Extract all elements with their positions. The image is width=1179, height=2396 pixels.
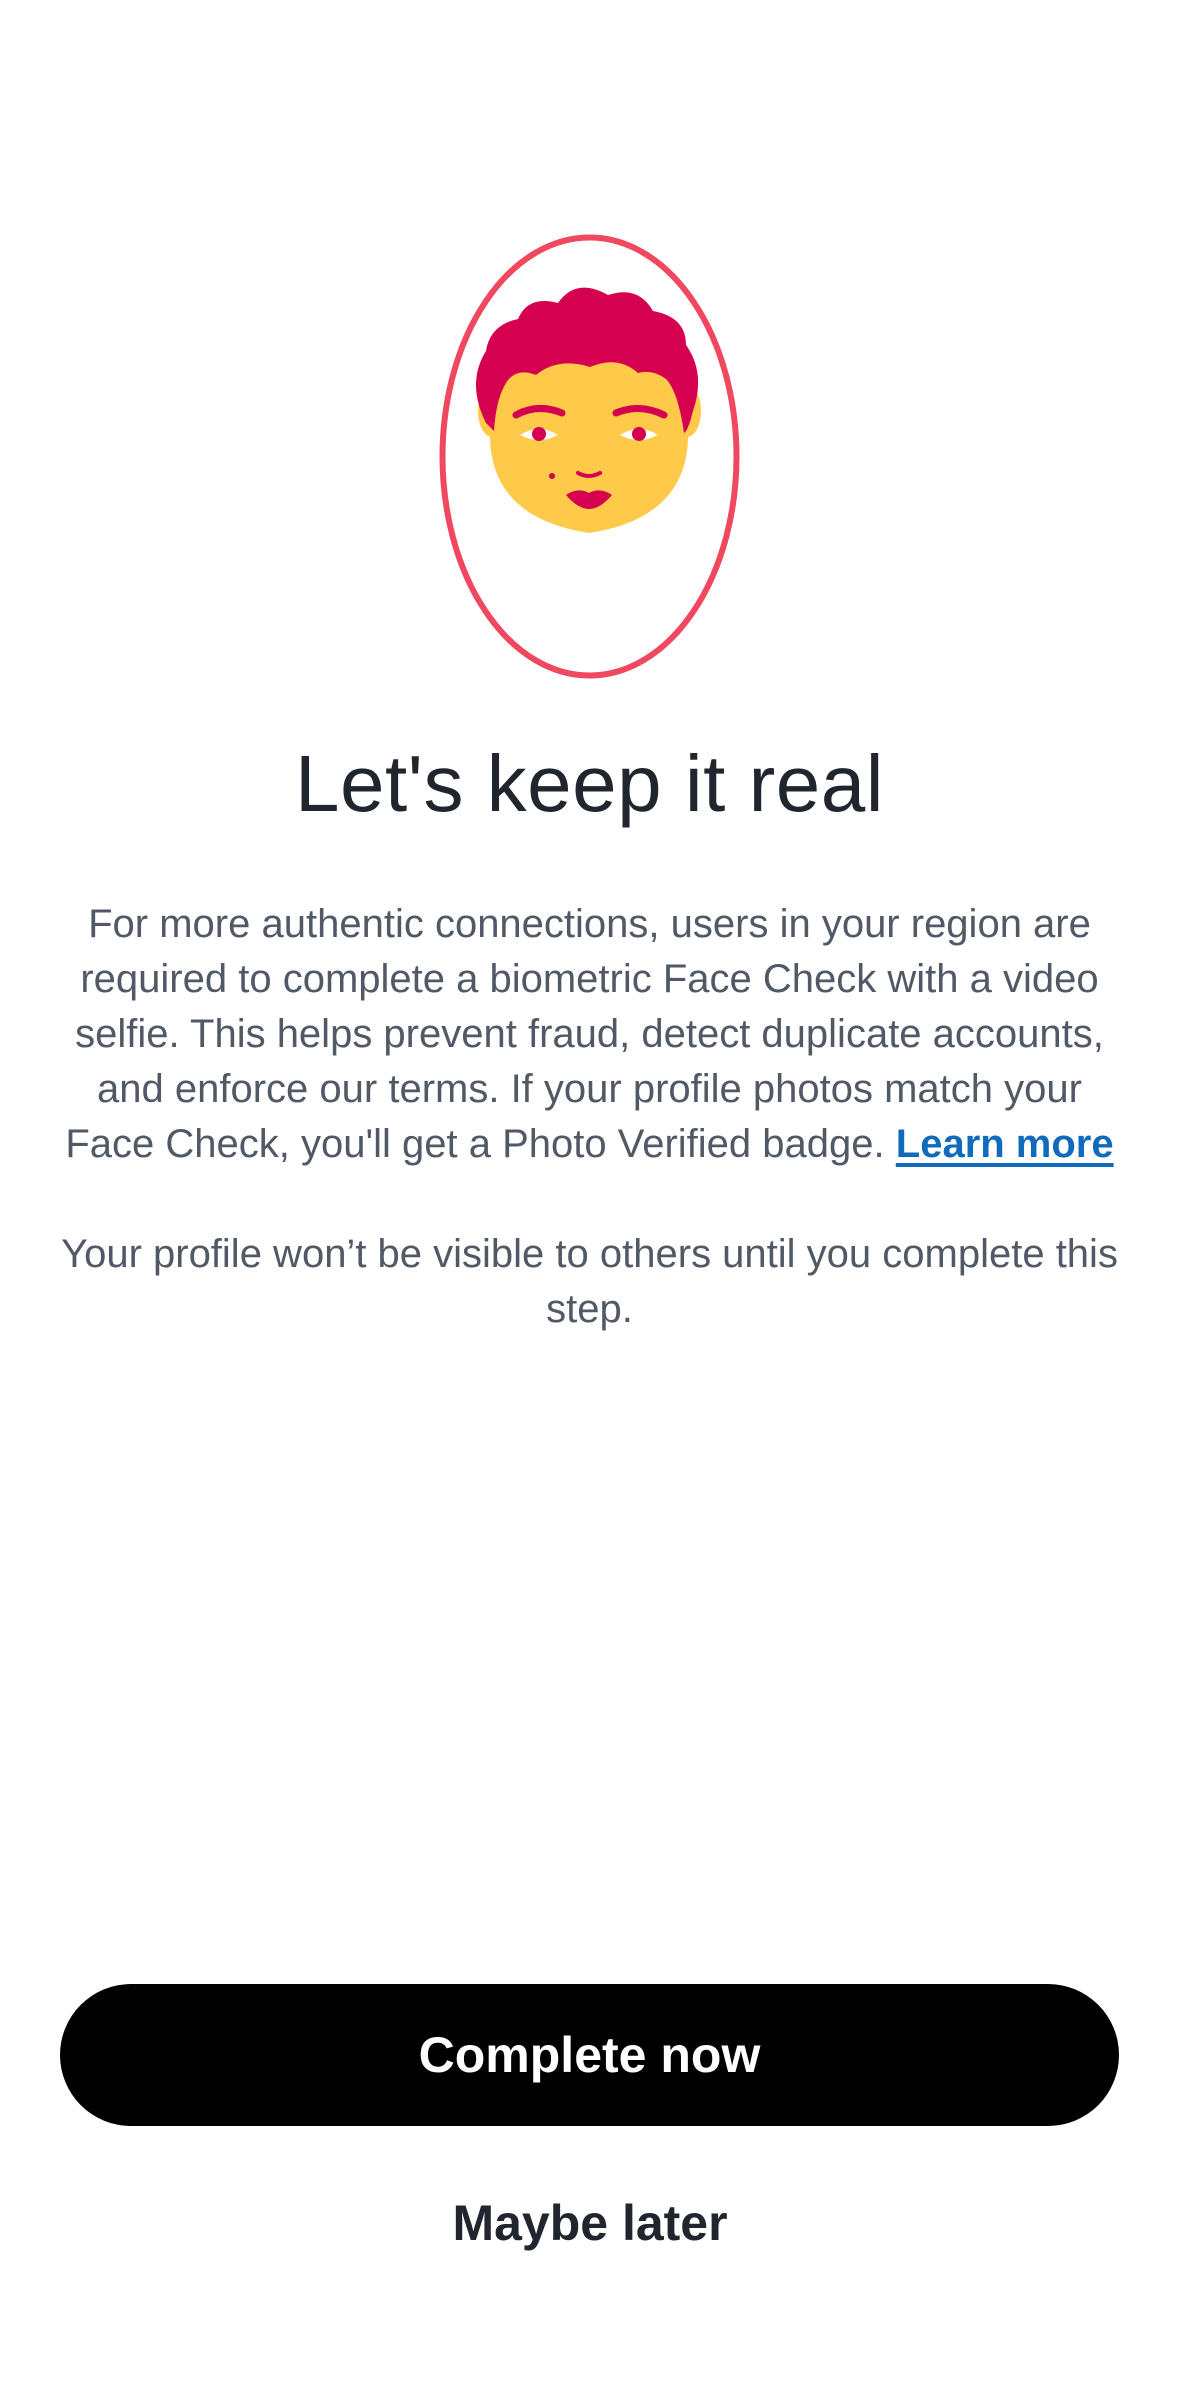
complete-now-button[interactable]: Complete now: [60, 1984, 1119, 2126]
description: For more authentic connections, users in…: [58, 897, 1121, 1337]
face-check-illustration: [438, 233, 741, 680]
visibility-notice: Your profile won’t be visible to others …: [61, 1232, 1118, 1331]
page-title: Let's keep it real: [294, 739, 885, 828]
learn-more-link[interactable]: Learn more: [896, 1122, 1114, 1166]
maybe-later-button[interactable]: Maybe later: [390, 2180, 790, 2266]
description-paragraph: For more authentic connections, users in…: [58, 897, 1121, 1172]
